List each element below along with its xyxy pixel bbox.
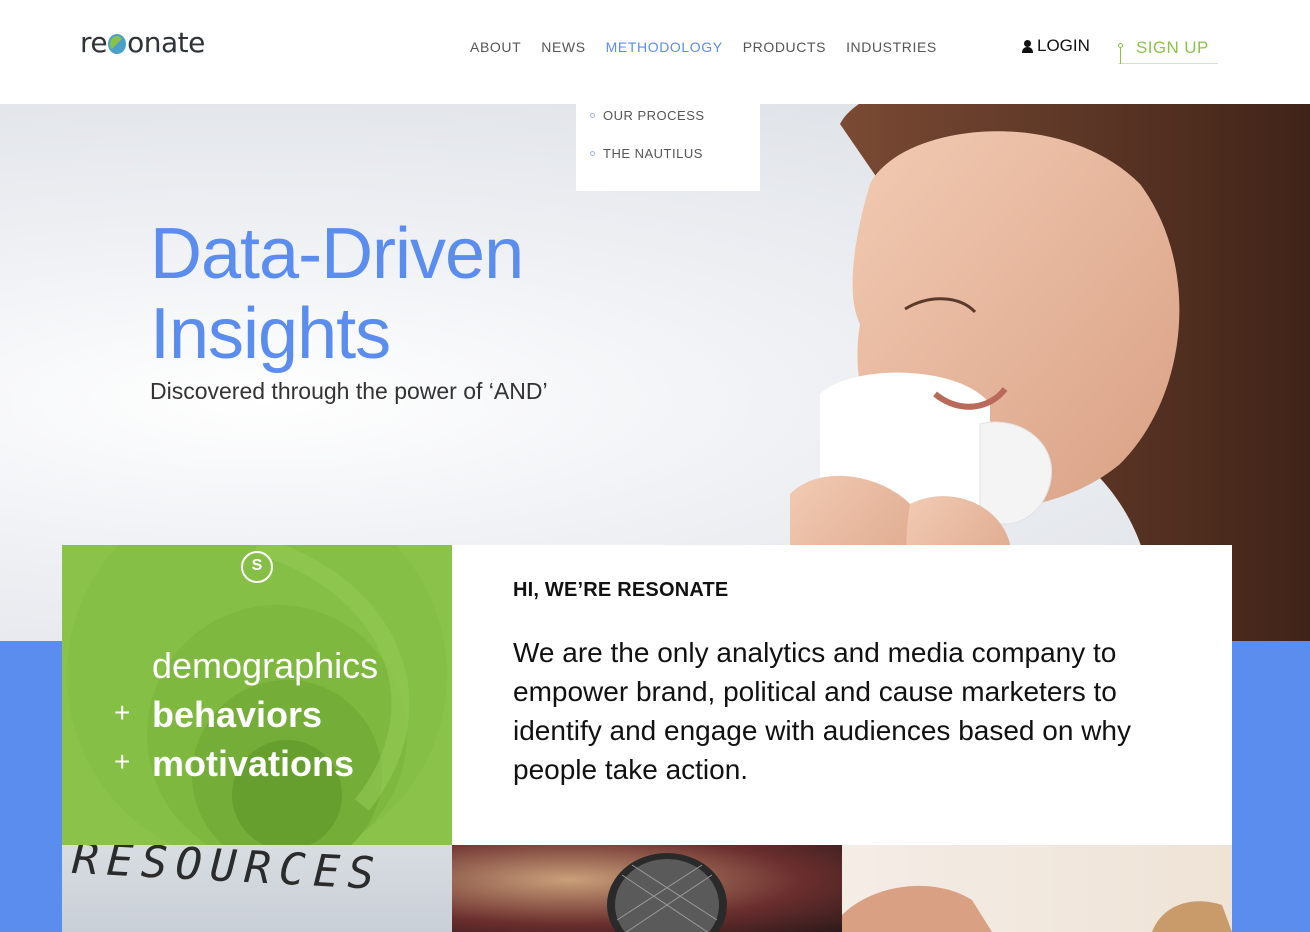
- signup-button[interactable]: SIGN UP: [1118, 36, 1218, 64]
- resources-handwritten-text: RESOURCES: [70, 845, 384, 901]
- hero-subtitle: Discovered through the power of ‘AND’: [150, 378, 548, 404]
- logo-text-right: onate: [127, 26, 205, 59]
- nav-about[interactable]: ABOUT: [470, 39, 521, 55]
- signup-label: SIGN UP: [1136, 38, 1209, 57]
- audience-dimensions-card: demographics + behaviors + motivations: [62, 545, 452, 845]
- main-nav: ABOUT NEWS METHODOLOGY PRODUCTS INDUSTRI…: [470, 39, 957, 55]
- hands-image: [842, 885, 1232, 932]
- intro-body: We are the only analytics and media comp…: [513, 637, 1131, 785]
- intro-heading: HI, WE’RE RESONATE: [513, 579, 729, 601]
- nav-methodology[interactable]: METHODOLOGY: [606, 39, 723, 55]
- dropdown-item-the-nautilus[interactable]: THE NAUTILUS: [603, 146, 703, 161]
- hero-title-line1: Data-Driven: [150, 214, 524, 294]
- logo-swirl-icon: [108, 34, 127, 54]
- person-icon: [1022, 39, 1033, 53]
- behaviors-text: behaviors: [152, 694, 323, 735]
- hero-title-line2: Insights: [150, 294, 391, 374]
- dropdown-item-our-process[interactable]: OUR PROCESS: [603, 108, 705, 123]
- microphone-image: [607, 853, 727, 932]
- nav-products[interactable]: PRODUCTS: [743, 39, 826, 55]
- resonate-logo[interactable]: re onate: [80, 26, 205, 59]
- login-link[interactable]: LOGIN: [1022, 36, 1090, 56]
- dropdown-dot-icon: [590, 113, 595, 118]
- logo-text-left: re: [80, 26, 108, 59]
- intro-card: HI, WE’RE RESONATE We are the only analy…: [452, 545, 1232, 845]
- microphone-tile[interactable]: [452, 845, 842, 932]
- site-header: re onate ABOUT NEWS METHODOLOGY PRODUCTS …: [0, 0, 1310, 104]
- resources-tile[interactable]: RESOURCES: [62, 845, 452, 932]
- signup-line-decoration: [1120, 48, 1121, 64]
- nav-industries[interactable]: INDUSTRIES: [846, 39, 937, 55]
- plus-icon: +: [114, 697, 131, 728]
- methodology-dropdown: OUR PROCESS THE NAUTILUS: [576, 96, 760, 191]
- motivations-text: motivations: [152, 743, 355, 784]
- resonate-seal-icon: [241, 551, 273, 583]
- demographics-text: demographics: [152, 645, 379, 686]
- hands-tile[interactable]: [842, 845, 1232, 932]
- nav-news[interactable]: NEWS: [541, 39, 585, 55]
- dropdown-dot-icon: [590, 151, 595, 156]
- plus-icon: +: [114, 746, 131, 777]
- login-label: LOGIN: [1037, 36, 1090, 55]
- hero-title: Data-Driven Insights: [150, 214, 524, 374]
